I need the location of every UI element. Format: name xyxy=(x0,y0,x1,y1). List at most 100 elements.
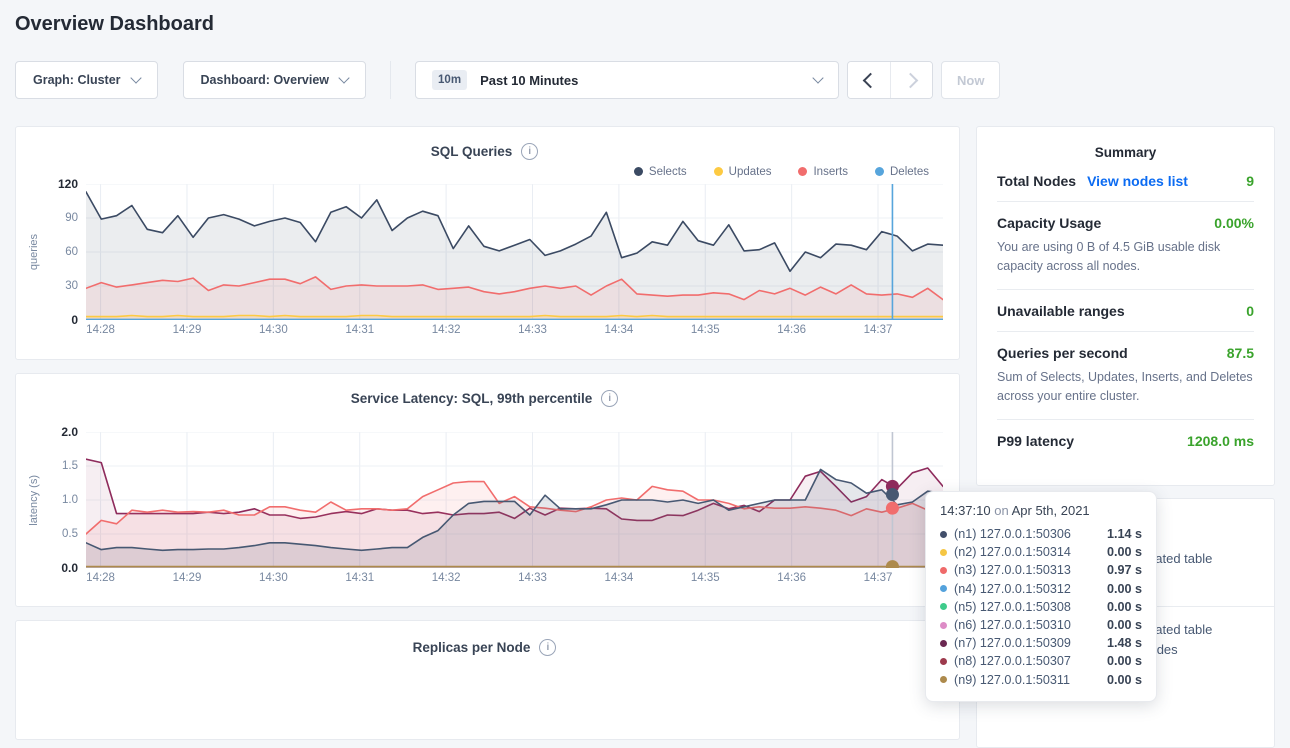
toolbar-divider xyxy=(390,61,391,99)
x-tick-label: 14:29 xyxy=(173,572,202,584)
tooltip-row: (n1) 127.0.0.1:503061.14 s xyxy=(940,525,1142,543)
charts-column: SQL Queries i Selects Updates Inserts Delet… xyxy=(15,126,960,740)
summary-row-qps: Queries per second 87.5 Sum of Selects, … xyxy=(997,332,1254,420)
summary-row-capacity: Capacity Usage 0.00% You are using 0 B o… xyxy=(997,202,1254,290)
x-tick-label: 14:37 xyxy=(864,572,893,584)
node-color-dot xyxy=(940,531,947,538)
tooltip-row: (n4) 127.0.0.1:50312 0.00 s xyxy=(940,580,1142,598)
node-color-dot xyxy=(940,658,947,665)
now-button[interactable]: Now xyxy=(941,61,1000,99)
x-tick-label: 14:31 xyxy=(345,572,374,584)
graph-dropdown-label: Graph: Cluster xyxy=(33,73,121,87)
x-tick-label: 14:32 xyxy=(432,572,461,584)
summary-row-unavailable: Unavailable ranges 0 xyxy=(997,290,1254,332)
legend-item-updates[interactable]: Updates xyxy=(714,164,772,179)
y-tick-label: 2.0 xyxy=(61,424,78,440)
x-tick-label: 14:37 xyxy=(864,324,893,336)
service-latency-title: Service Latency: SQL, 99th percentile xyxy=(351,391,593,406)
p99-latency-value: 1208.0 ms xyxy=(1187,433,1254,449)
qps-label: Queries per second xyxy=(997,345,1128,361)
y-tick-label: 90 xyxy=(65,210,78,226)
legend-item-inserts[interactable]: Inserts xyxy=(798,164,848,179)
node-latency-value: 1.48 s xyxy=(1107,636,1142,650)
y-tick-label: 1.5 xyxy=(62,458,78,474)
node-color-dot xyxy=(940,676,947,683)
dashboard-dropdown[interactable]: Dashboard: Overview xyxy=(183,61,367,99)
node-color-dot xyxy=(940,567,947,574)
legend-item-deletes[interactable]: Deletes xyxy=(875,164,929,179)
legend-item-selects[interactable]: Selects xyxy=(634,164,687,179)
info-icon[interactable]: i xyxy=(521,143,538,160)
summary-panel: Summary Total Nodes View nodes list 9 Ca… xyxy=(976,126,1275,486)
summary-row-p99: P99 latency 1208.0 ms xyxy=(997,420,1254,461)
info-icon[interactable]: i xyxy=(539,639,556,656)
node-color-dot xyxy=(940,603,947,610)
tooltip-row: (n5) 127.0.0.1:503080.00 s xyxy=(940,598,1142,616)
sql-queries-title: SQL Queries xyxy=(431,144,513,159)
time-range-label: Past 10 Minutes xyxy=(480,73,578,88)
latency-plot-area[interactable] xyxy=(86,432,943,568)
node-latency-value: 0.00 s xyxy=(1107,545,1142,559)
node-address: (n7) 127.0.0.1:50309 xyxy=(954,636,1071,650)
total-nodes-label: Total Nodes xyxy=(997,173,1076,189)
qps-value: 87.5 xyxy=(1227,345,1254,361)
x-tick-label: 14:28 xyxy=(86,324,115,336)
unavailable-ranges-value: 0 xyxy=(1246,303,1254,319)
legend-dot xyxy=(714,167,723,176)
y-tick-label: 1.0 xyxy=(62,492,78,508)
x-tick-label: 14:29 xyxy=(173,324,202,336)
replicas-per-node-card: Replicas per Node i xyxy=(15,620,960,740)
replicas-header: Replicas per Node i xyxy=(26,639,943,656)
node-color-dot xyxy=(940,640,947,647)
y-tick-label: 120 xyxy=(58,176,78,192)
time-range-badge: 10m xyxy=(432,70,467,90)
capacity-usage-value: 0.00% xyxy=(1214,215,1254,231)
time-prev-button[interactable] xyxy=(848,62,890,98)
x-tick-label: 14:30 xyxy=(259,572,288,584)
sql-plot-area[interactable] xyxy=(86,184,943,320)
sql-legend: Selects Updates Inserts Deletes xyxy=(26,164,943,179)
chevron-right-icon xyxy=(902,72,918,88)
node-latency-value: 1.14 s xyxy=(1107,527,1142,541)
sql-queries-card: SQL Queries i Selects Updates Inserts Delet… xyxy=(15,126,960,360)
latency-y-axis-label: latency (s) xyxy=(28,475,40,526)
x-tick-label: 14:28 xyxy=(86,572,115,584)
latency-x-axis: 14:2814:2914:3014:3114:3214:3314:3414:35… xyxy=(86,568,943,586)
sql-x-axis: 14:2814:2914:3014:3114:3214:3314:3414:35… xyxy=(86,320,943,338)
y-tick-label: 60 xyxy=(65,244,78,260)
node-latency-value: 0.00 s xyxy=(1107,582,1142,596)
tooltip-row: (n7) 127.0.0.1:50309 1.48 s xyxy=(940,634,1142,652)
sql-queries-chart[interactable]: queries 0306090120 14:2814:2914:3014:311… xyxy=(26,184,943,338)
x-tick-label: 14:32 xyxy=(432,324,461,336)
chevron-left-icon xyxy=(863,72,879,88)
node-address: (n8) 127.0.0.1:50307 xyxy=(954,654,1071,668)
x-tick-label: 14:34 xyxy=(604,572,633,584)
legend-dot xyxy=(875,167,884,176)
legend-dot xyxy=(634,167,643,176)
time-next-button[interactable] xyxy=(890,62,932,98)
service-latency-chart[interactable]: latency (s) 0.00.51.01.52.0 14:2814:2914… xyxy=(26,432,943,586)
qps-desc: Sum of Selects, Updates, Inserts, and De… xyxy=(997,368,1254,407)
node-color-dot xyxy=(940,622,947,629)
overview-dashboard-page: Overview Dashboard Graph: Cluster Dashbo… xyxy=(0,13,1290,702)
time-range-selector[interactable]: 10m Past 10 Minutes xyxy=(415,61,839,99)
service-latency-header: Service Latency: SQL, 99th percentile i xyxy=(26,390,943,407)
x-tick-label: 14:35 xyxy=(691,324,720,336)
legend-dot xyxy=(798,167,807,176)
node-address: (n4) 127.0.0.1:50312 xyxy=(954,582,1071,596)
toolbar: Graph: Cluster Dashboard: Overview 10m P… xyxy=(15,61,1275,99)
graph-dropdown[interactable]: Graph: Cluster xyxy=(15,61,158,99)
service-latency-card: Service Latency: SQL, 99th percentile i … xyxy=(15,373,960,607)
node-address: (n3) 127.0.0.1:50313 xyxy=(954,563,1071,577)
y-tick-label: 0.0 xyxy=(61,560,78,576)
summary-row-total-nodes: Total Nodes View nodes list 9 xyxy=(997,160,1254,202)
node-latency-value: 0.00 s xyxy=(1107,654,1142,668)
tooltip-row: (n2) 127.0.0.1:503140.00 s xyxy=(940,543,1142,561)
x-tick-label: 14:31 xyxy=(345,324,374,336)
chart-hover-tooltip: 14:37:10 on Apr 5th, 2021 (n1) 127.0.0.1… xyxy=(925,491,1157,702)
node-address: (n6) 127.0.0.1:50310 xyxy=(954,618,1071,632)
tooltip-rows: (n1) 127.0.0.1:503061.14 s(n2) 127.0.0.1… xyxy=(940,525,1142,689)
view-nodes-list-link[interactable]: View nodes list xyxy=(1087,173,1188,189)
dashboard-dropdown-label: Dashboard: Overview xyxy=(201,73,330,87)
info-icon[interactable]: i xyxy=(601,390,618,407)
